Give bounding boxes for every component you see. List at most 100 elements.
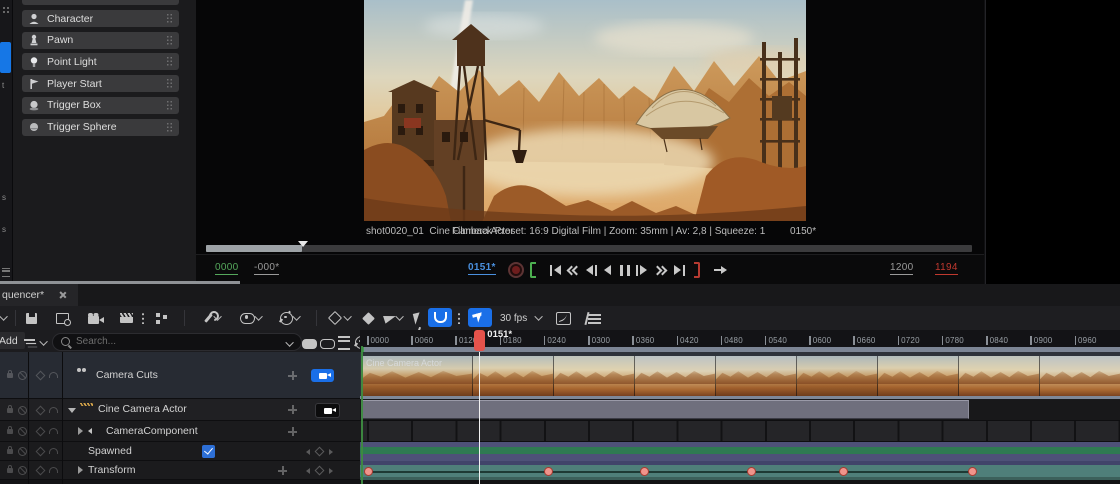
play-reverse-icon[interactable] — [604, 263, 611, 277]
mute-icon[interactable] — [18, 466, 27, 475]
menu-icon[interactable] — [2, 268, 10, 277]
track-label[interactable]: Transform — [88, 464, 135, 476]
subframe-field[interactable]: -000* — [254, 262, 279, 275]
add-section-icon[interactable] — [288, 427, 297, 436]
scrubber-marker[interactable] — [298, 241, 308, 247]
expander-right-icon[interactable] — [78, 427, 83, 435]
lock-icon[interactable] — [7, 408, 13, 413]
snap-options-icon[interactable] — [458, 310, 460, 326]
camera-toggle-button[interactable] — [315, 403, 340, 418]
set-playback-start-icon[interactable] — [530, 263, 536, 277]
find-in-content-browser-icon[interactable] — [56, 310, 69, 326]
place-actor-item-point-light[interactable]: Point Light — [22, 53, 179, 70]
track-row-camera-component[interactable]: CameraComponent — [0, 421, 360, 442]
playback-options-gear-icon[interactable] — [280, 310, 301, 326]
category-tab[interactable]: s — [2, 225, 12, 234]
keyframe-all-icon[interactable] — [364, 310, 373, 326]
to-end-icon[interactable] — [674, 263, 685, 277]
place-actor-item-trigger-sphere[interactable]: Trigger Sphere — [22, 119, 179, 136]
jump-next-icon[interactable] — [654, 263, 666, 277]
playback-start-field[interactable]: 0000 — [215, 262, 238, 275]
keyframe-nav[interactable] — [306, 467, 333, 474]
camera-component-lane[interactable] — [360, 421, 1120, 442]
transform-keyframe[interactable] — [968, 467, 977, 476]
actions-hierarchy-icon[interactable] — [155, 310, 168, 326]
track-label[interactable]: CameraComponent — [106, 425, 198, 437]
add-section-icon[interactable] — [288, 405, 297, 414]
edit-pen-icon[interactable] — [384, 310, 404, 326]
playback-end-field[interactable]: 1200 — [890, 262, 913, 275]
place-actor-item-trigger-box[interactable]: Trigger Box — [22, 97, 179, 114]
keyframe-options-icon[interactable] — [330, 310, 352, 326]
category-tab[interactable]: s — [2, 193, 12, 202]
expander-right-icon[interactable] — [78, 466, 83, 474]
solo-icon[interactable] — [36, 466, 46, 476]
cine-camera-section-bar[interactable] — [361, 400, 969, 419]
track-row-spawned[interactable]: Spawned — [0, 442, 360, 461]
pause-icon[interactable] — [620, 263, 630, 277]
tab-sequencer[interactable]: quencer* — [0, 284, 78, 306]
select-edit-cursor-icon[interactable] — [414, 310, 421, 326]
chevron-down-icon[interactable] — [288, 336, 294, 352]
lock-icon[interactable] — [7, 449, 13, 454]
render-movie-icon[interactable] — [120, 310, 133, 326]
preview-icon[interactable] — [49, 467, 58, 473]
category-tab[interactable]: t — [2, 81, 12, 90]
transform-keyframe[interactable] — [839, 467, 848, 476]
lock-camera-to-viewport-button[interactable] — [311, 369, 334, 382]
create-camera-icon[interactable] — [88, 310, 99, 326]
timeline-ruler[interactable]: 0000006001200180024003000360042004800540… — [360, 330, 1120, 352]
place-actor-item-pawn[interactable]: Pawn — [22, 32, 179, 49]
snap-magnet-toggle[interactable] — [428, 308, 452, 327]
expander-down-icon[interactable] — [68, 408, 76, 413]
drag-handle-icon[interactable] — [166, 56, 173, 67]
set-playback-end-icon[interactable] — [694, 263, 700, 277]
camera-cuts-lane[interactable]: Cine Camera Actor — [360, 352, 1120, 399]
transform-keyframe[interactable] — [747, 467, 756, 476]
spawned-lane[interactable] — [360, 442, 1120, 461]
track-row-camera-cuts[interactable]: Camera Cuts — [0, 352, 360, 399]
step-back-icon[interactable] — [586, 263, 597, 277]
shot-track-icon[interactable] — [588, 310, 601, 326]
solo-icon[interactable] — [36, 371, 46, 381]
lock-icon[interactable] — [7, 373, 13, 378]
add-track-button[interactable]: Add — [0, 332, 25, 349]
track-row-cine-camera-actor[interactable]: Cine Camera Actor — [0, 399, 360, 421]
view-options-eye-icon[interactable] — [240, 310, 263, 326]
expand-rows-icon[interactable] — [302, 336, 317, 352]
spawned-checkbox[interactable] — [202, 445, 215, 458]
lock-icon[interactable] — [7, 468, 13, 473]
transform-lane[interactable] — [360, 461, 1120, 480]
fps-dropdown[interactable]: 30 fps — [500, 310, 543, 326]
jump-previous-icon[interactable] — [568, 263, 580, 277]
preview-icon[interactable] — [49, 372, 58, 378]
lock-icon[interactable] — [7, 429, 13, 434]
keyframe-nav[interactable] — [306, 448, 333, 455]
chevron-down-icon[interactable] — [2, 310, 8, 326]
add-key-icon[interactable] — [278, 466, 287, 475]
drag-handle-icon[interactable] — [166, 122, 173, 133]
track-label[interactable]: Cine Camera Actor — [98, 403, 187, 415]
track-label[interactable]: Spawned — [88, 445, 132, 457]
transform-keyframe[interactable] — [364, 467, 373, 476]
preview-icon[interactable] — [49, 448, 58, 454]
add-section-icon[interactable] — [288, 371, 297, 380]
solo-icon[interactable] — [36, 406, 46, 416]
auto-key-toggle[interactable] — [468, 308, 492, 327]
playback-mode-icon[interactable] — [714, 263, 725, 277]
search-input[interactable]: Search... — [52, 333, 302, 351]
row-height-icon[interactable] — [338, 335, 350, 351]
more-options-icon[interactable] — [142, 310, 144, 326]
mute-icon[interactable] — [18, 371, 27, 380]
mute-icon[interactable] — [18, 447, 27, 456]
step-forward-icon[interactable] — [636, 263, 647, 277]
drag-handle-icon[interactable] — [166, 13, 173, 24]
collapse-rows-icon[interactable] — [320, 336, 335, 352]
place-actor-item-player-start[interactable]: Player Start — [22, 75, 179, 92]
save-icon[interactable] — [26, 310, 37, 326]
preview-icon[interactable] — [49, 407, 58, 413]
record-button[interactable] — [508, 262, 524, 278]
mute-icon[interactable] — [18, 406, 27, 415]
track-row-transform[interactable]: Transform — [0, 461, 360, 480]
place-actor-item-character[interactable]: Character — [22, 10, 179, 27]
